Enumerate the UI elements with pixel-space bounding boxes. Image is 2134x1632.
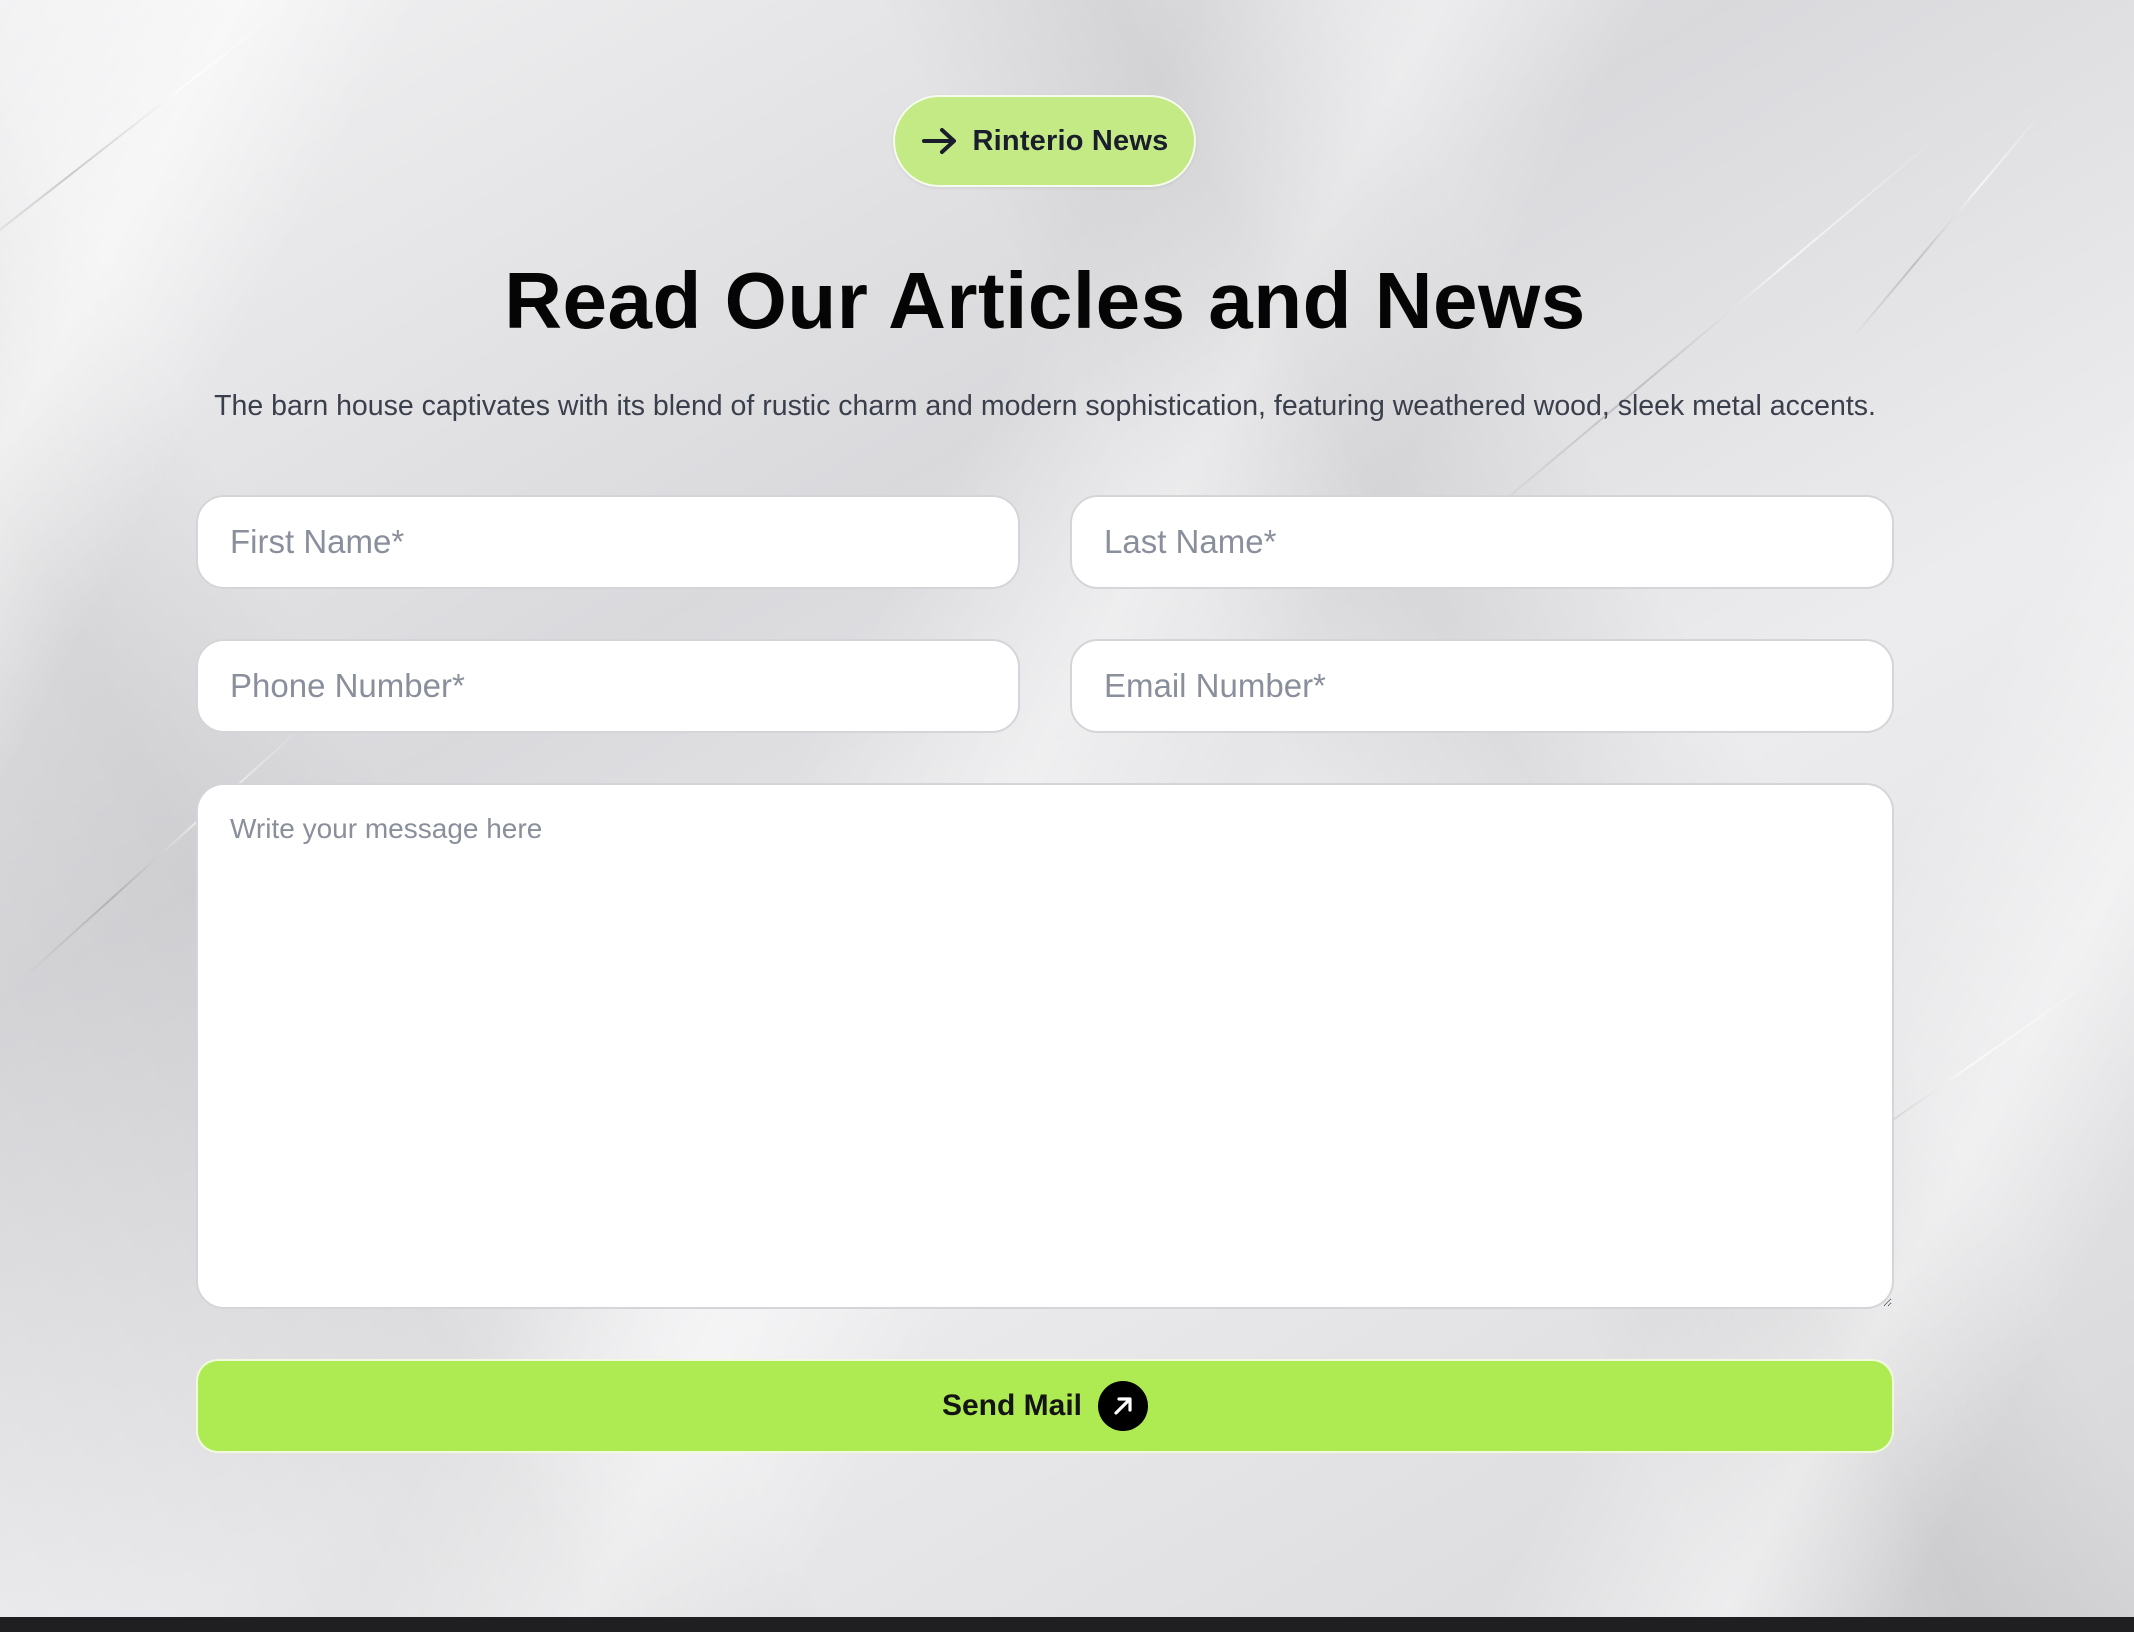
first-name-input[interactable] [196, 495, 1020, 589]
phone-number-input[interactable] [196, 639, 1020, 733]
page-subtitle: The barn house captivates with its blend… [214, 390, 1876, 422]
footer-bar [0, 1617, 2134, 1632]
email-input[interactable] [1070, 639, 1894, 733]
send-mail-button[interactable]: Send Mail [196, 1359, 1894, 1453]
paper-texture-crease [0, 1, 292, 262]
arrow-right-icon [921, 126, 959, 156]
message-textarea[interactable] [196, 783, 1894, 1309]
contact-section: Rinterio News Read Our Articles and News… [0, 0, 2134, 1632]
page-title: Read Our Articles and News [504, 256, 1586, 345]
send-mail-label: Send Mail [941, 1389, 1083, 1422]
last-name-input[interactable] [1070, 495, 1894, 589]
news-badge[interactable]: Rinterio News [893, 95, 1196, 187]
arrow-up-right-icon [1098, 1381, 1149, 1431]
news-badge-label: Rinterio News [972, 124, 1169, 157]
